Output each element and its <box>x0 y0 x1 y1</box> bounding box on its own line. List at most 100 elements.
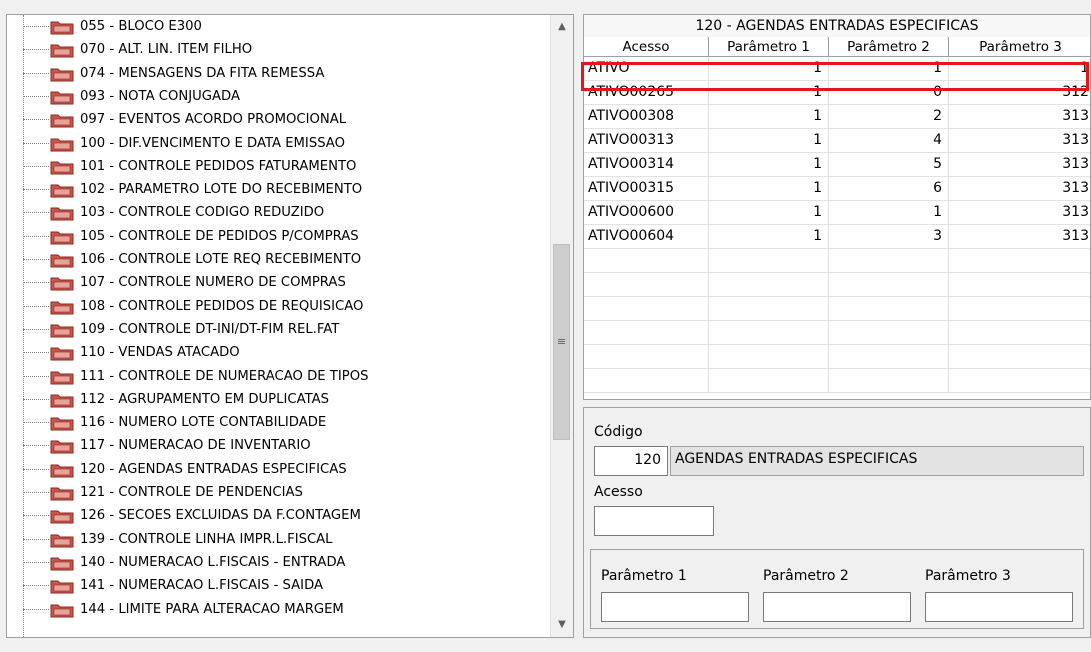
tree-scrollbar[interactable]: ▲ ≡ ▼ <box>550 15 573 637</box>
column-header-parametro-1[interactable]: Parâmetro 1 <box>709 37 829 57</box>
table-row[interactable]: ATIVO 1 1 1 <box>584 57 1090 81</box>
column-header-acesso[interactable]: Acesso <box>584 37 709 57</box>
table-cell: 1 <box>709 177 829 200</box>
empty-table-row[interactable] <box>584 297 1090 321</box>
tree-item[interactable]: 074 - MENSAGENS DA FITA REMESSA <box>7 62 552 85</box>
empty-table-row[interactable] <box>584 249 1090 273</box>
tree-connector <box>23 305 49 307</box>
tree-item[interactable]: 144 - LIMITE PARA ALTERACAO MARGEM <box>7 598 552 621</box>
table-row[interactable]: ATIVO00313 1 4 313 <box>584 129 1090 153</box>
tree-item[interactable]: 107 - CONTROLE NUMERO DE COMPRAS <box>7 271 552 294</box>
tree-item[interactable]: 106 - CONTROLE LOTE REQ RECEBIMENTO <box>7 248 552 271</box>
parametro-1-field[interactable] <box>601 592 749 622</box>
tree-connector <box>23 422 49 424</box>
folder-icon <box>50 138 74 151</box>
tree-item-label: 110 - VENDAS ATACADO <box>80 345 240 361</box>
tree-item-label: 100 - DIF.VENCIMENTO E DATA EMISSAO <box>80 135 345 151</box>
table-cell <box>829 297 949 320</box>
table-cell <box>709 249 829 272</box>
tree-connector <box>23 212 49 214</box>
tree-item-label: 108 - CONTROLE PEDIDOS DE REQUISICAO <box>80 298 364 314</box>
parametro-3-field[interactable] <box>925 592 1073 622</box>
tree-item[interactable]: 117 - NUMERACAO DE INVENTARIO <box>7 434 552 457</box>
table-cell <box>949 321 1090 344</box>
parametros-group: Parâmetro 1 Parâmetro 2 Parâmetro 3 <box>590 549 1084 629</box>
tree-item-label: 117 - NUMERACAO DE INVENTARIO <box>80 438 311 454</box>
table-cell: ATIVO <box>584 57 709 80</box>
tree-item[interactable]: 105 - CONTROLE DE PEDIDOS P/COMPRAS <box>7 225 552 248</box>
scroll-up-icon[interactable]: ▲ <box>551 17 573 37</box>
tree-item[interactable]: 141 - NUMERACAO L.FISCAIS - SAIDA <box>7 574 552 597</box>
table-cell <box>709 369 829 392</box>
acesso-field[interactable] <box>594 506 714 536</box>
empty-table-row[interactable] <box>584 345 1090 369</box>
empty-table-row[interactable] <box>584 321 1090 345</box>
tree-item-label: 055 - BLOCO E300 <box>80 19 202 34</box>
table-cell <box>829 369 949 392</box>
tree-item-label: 103 - CONTROLE CODIGO REDUZIDO <box>80 205 325 221</box>
table-row[interactable]: ATIVO00308 1 2 313 <box>584 105 1090 129</box>
tree-item[interactable]: 103 - CONTROLE CODIGO REDUZIDO <box>7 201 552 224</box>
table-row[interactable]: ATIVO00604 1 3 313 <box>584 225 1090 249</box>
table-cell: 1 <box>829 57 949 80</box>
table-cell <box>709 273 829 296</box>
parameter-tree[interactable]: 055 - BLOCO E300 070 - ALT. LIN. ITEM FIL… <box>6 14 574 638</box>
codigo-field[interactable]: 120 <box>594 446 668 476</box>
tree-item[interactable]: 102 - PARAMETRO LOTE DO RECEBIMENTO <box>7 178 552 201</box>
tree-item[interactable]: 070 - ALT. LIN. ITEM FILHO <box>7 38 552 61</box>
empty-table-row[interactable] <box>584 273 1090 297</box>
tree-item[interactable]: 139 - CONTROLE LINHA IMPR.L.FISCAL <box>7 528 552 551</box>
table-row[interactable]: ATIVO00600 1 1 313 <box>584 201 1090 225</box>
table-cell: 313 <box>949 201 1090 224</box>
scroll-down-icon[interactable]: ▼ <box>551 615 573 635</box>
table-cell: 6 <box>829 177 949 200</box>
access-grid[interactable]: 120 - AGENDAS ENTRADAS ESPECIFICAS Acess… <box>583 14 1091 400</box>
column-header-parametro-3[interactable]: Parâmetro 3 <box>949 37 1090 57</box>
tree-item[interactable]: 120 - AGENDAS ENTRADAS ESPECIFICAS <box>7 458 552 481</box>
tree-item[interactable]: 097 - EVENTOS ACORDO PROMOCIONAL <box>7 108 552 131</box>
tree-item-label: 111 - CONTROLE DE NUMERACAO DE TIPOS <box>80 368 369 384</box>
tree-connector <box>23 328 49 330</box>
tree-item[interactable]: 126 - SECOES EXCLUIDAS DA F.CONTAGEM <box>7 504 552 527</box>
folder-icon <box>50 371 74 384</box>
tree-item[interactable]: 109 - CONTROLE DT-INI/DT-FIM REL.FAT <box>7 318 552 341</box>
table-cell <box>584 345 709 368</box>
tree-item[interactable]: 101 - CONTROLE PEDIDOS FATURAMENTO <box>7 155 552 178</box>
scroll-thumb[interactable]: ≡ <box>553 244 570 440</box>
table-cell <box>709 297 829 320</box>
scroll-grip-icon: ≡ <box>556 335 567 348</box>
table-row[interactable]: ATIVO00314 1 5 313 <box>584 153 1090 177</box>
folder-icon <box>50 510 74 524</box>
tree-item[interactable]: 100 - DIF.VENCIMENTO E DATA EMISSAO <box>7 132 552 155</box>
tree-item-label: 140 - NUMERACAO L.FISCAIS - ENTRADA <box>80 554 346 570</box>
table-cell <box>829 345 949 368</box>
table-cell: ATIVO00314 <box>584 153 709 176</box>
parametro-2-field[interactable] <box>763 592 911 622</box>
tree-item[interactable]: 121 - CONTROLE DE PENDENCIAS <box>7 481 552 504</box>
table-cell <box>949 249 1090 272</box>
folder-icon <box>50 277 74 291</box>
folder-icon <box>50 440 74 454</box>
table-row[interactable]: ATIVO00315 1 6 313 <box>584 177 1090 201</box>
table-cell: 5 <box>829 153 949 176</box>
table-row[interactable]: ATIVO00265 1 0 312 <box>584 81 1090 105</box>
folder-icon <box>50 161 74 175</box>
tree-connector <box>23 352 49 354</box>
tree-item[interactable]: 108 - CONTROLE PEDIDOS DE REQUISICAO <box>7 295 552 318</box>
empty-table-row[interactable] <box>584 369 1090 393</box>
table-cell <box>949 345 1090 368</box>
tree-item[interactable]: 110 - VENDAS ATACADO <box>7 341 552 364</box>
tree-item[interactable]: 112 - AGRUPAMENTO EM DUPLICATAS <box>7 388 552 411</box>
tree-item-label: 070 - ALT. LIN. ITEM FILHO <box>80 42 253 58</box>
table-cell: 313 <box>949 177 1090 200</box>
tree-item-label: 105 - CONTROLE DE PEDIDOS P/COMPRAS <box>80 228 359 244</box>
column-header-parametro-2[interactable]: Parâmetro 2 <box>829 37 949 57</box>
tree-connector <box>23 468 49 470</box>
tree-item[interactable]: 093 - NOTA CONJUGADA <box>7 85 552 108</box>
tree-item[interactable]: 111 - CONTROLE DE NUMERACAO DE TIPOS <box>7 365 552 388</box>
tree-item[interactable]: 055 - BLOCO E300 <box>7 15 552 38</box>
tree-item-label: 101 - CONTROLE PEDIDOS FATURAMENTO <box>80 158 357 174</box>
tree-item[interactable]: 116 - NUMERO LOTE CONTABILIDADE <box>7 411 552 434</box>
tree-item[interactable]: 140 - NUMERACAO L.FISCAIS - ENTRADA <box>7 551 552 574</box>
table-cell: 1 <box>709 81 829 104</box>
